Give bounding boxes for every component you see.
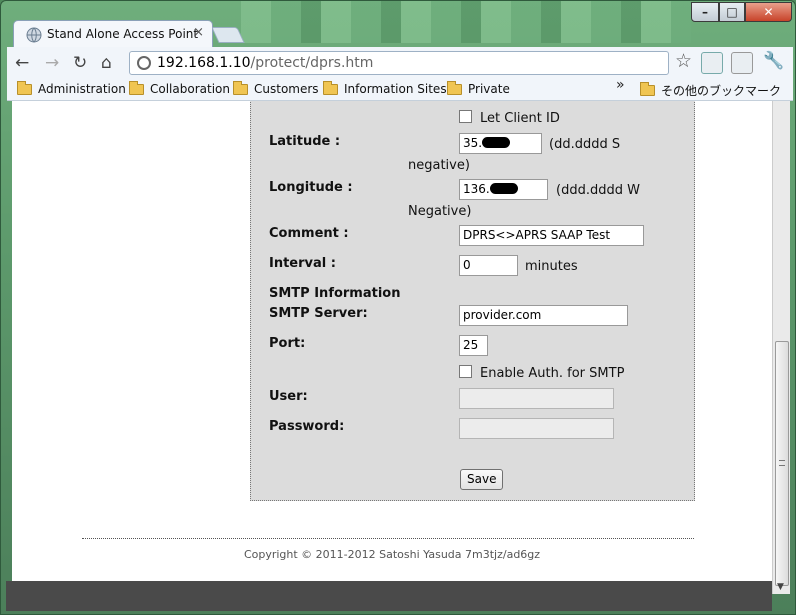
forward-arrow-icon[interactable]: →: [45, 53, 59, 73]
port-label: Port:: [269, 336, 306, 351]
bookmark-label: Private: [468, 82, 510, 96]
let-client-id-label: Let Client ID: [480, 111, 560, 126]
window-bottom-border: [6, 581, 772, 611]
url-path: /protect/dprs.htm: [250, 55, 374, 71]
page-icon: [137, 56, 151, 70]
redaction-mark: [489, 183, 518, 194]
page-content: Let Client ID Latitude : 35. (dd.dddd S …: [12, 101, 772, 581]
enable-auth-label: Enable Auth. for SMTP: [480, 366, 625, 381]
folder-icon: [640, 82, 655, 96]
new-tab-button[interactable]: [211, 27, 245, 43]
minimize-button[interactable]: –: [691, 2, 719, 22]
tab-close-icon[interactable]: ×: [193, 25, 204, 40]
longitude-hint-cont: Negative): [408, 204, 472, 219]
comment-label: Comment :: [269, 226, 349, 241]
longitude-hint: (ddd.dddd W: [556, 183, 640, 198]
folder-icon: [323, 80, 338, 95]
scroll-down-icon[interactable]: ▼: [777, 582, 784, 592]
interval-input[interactable]: 0: [459, 255, 518, 276]
copyright-text: Copyright © 2011-2012 Satoshi Yasuda 7m3…: [243, 548, 541, 561]
dprs-settings-panel: Let Client ID Latitude : 35. (dd.dddd S …: [250, 101, 695, 501]
folder-icon: [17, 80, 32, 95]
password-label: Password:: [269, 419, 345, 434]
globe-icon: [26, 27, 42, 43]
bookmark-label: その他のブックマーク: [661, 84, 782, 98]
bookmark-other[interactable]: その他のブックマーク: [640, 82, 781, 99]
bookmark-label: Collaboration: [150, 82, 230, 96]
interval-label: Interval :: [269, 256, 336, 271]
extension-icon[interactable]: [701, 52, 723, 74]
bookmark-label: Customers: [254, 82, 319, 96]
grip-icon: [779, 460, 785, 466]
scrollbar-thumb[interactable]: [775, 341, 789, 586]
footer-divider: [82, 538, 694, 539]
maximize-icon: □: [726, 5, 738, 19]
port-input[interactable]: 25: [459, 335, 488, 356]
comment-input[interactable]: DPRS<>APRS SAAP Test: [459, 225, 644, 246]
home-icon[interactable]: ⌂: [101, 53, 112, 73]
close-icon: ✕: [763, 5, 774, 19]
bookmark-label: Information Sites: [344, 82, 447, 96]
longitude-input[interactable]: 136.: [459, 179, 548, 200]
let-client-id-checkbox[interactable]: [459, 110, 472, 123]
smtp-server-label: SMTP Server:: [269, 306, 368, 321]
browser-toolbar: ← → ↻ ⌂ 192.168.1.10/protect/dprs.htm ☆ …: [7, 47, 793, 79]
bookmark-private[interactable]: Private: [447, 80, 510, 96]
folder-icon: [447, 80, 462, 95]
url-text: 192.168.1.10/protect/dprs.htm: [157, 55, 373, 71]
window-titlebar: [241, 1, 691, 43]
url-host: 192.168.1.10: [157, 55, 251, 71]
reload-icon[interactable]: ↻: [73, 53, 87, 73]
vertical-scrollbar[interactable]: ▼: [772, 101, 790, 594]
ie-tab-icon[interactable]: [731, 52, 753, 74]
back-arrow-icon[interactable]: ←: [15, 53, 29, 73]
redaction-mark: [482, 137, 511, 148]
longitude-label: Longitude :: [269, 180, 353, 195]
bookmark-collaboration[interactable]: Collaboration: [129, 80, 230, 96]
latitude-value: 35.: [463, 136, 483, 150]
enable-auth-checkbox[interactable]: [459, 365, 472, 378]
smtp-server-input[interactable]: provider.com: [459, 305, 628, 326]
wrench-icon[interactable]: 🔧: [763, 51, 784, 71]
folder-icon: [129, 80, 144, 95]
bookmark-customers[interactable]: Customers: [233, 80, 319, 96]
bookmarks-overflow-icon[interactable]: »: [616, 77, 625, 93]
interval-unit: minutes: [525, 259, 578, 274]
bookmark-information-sites[interactable]: Information Sites: [323, 80, 447, 96]
password-input[interactable]: [459, 418, 614, 439]
user-input[interactable]: [459, 388, 614, 409]
bookmark-administration[interactable]: Administration: [17, 80, 126, 96]
latitude-input[interactable]: 35.: [459, 133, 542, 154]
smtp-heading: SMTP Information: [269, 286, 401, 301]
latitude-hint-cont: negative): [408, 158, 470, 173]
latitude-label: Latitude :: [269, 134, 341, 149]
latitude-hint: (dd.dddd S: [549, 137, 621, 152]
bookmarks-bar: Administration Collaboration Customers I…: [7, 77, 793, 101]
maximize-button[interactable]: □: [719, 2, 745, 22]
save-button[interactable]: Save: [460, 469, 504, 490]
user-label: User:: [269, 389, 308, 404]
tab-title: Stand Alone Access Point: [47, 27, 199, 41]
longitude-value: 136.: [463, 182, 490, 196]
folder-icon: [233, 80, 248, 95]
bookmark-star-icon[interactable]: ☆: [675, 50, 692, 72]
tab-stand-alone-access-point[interactable]: Stand Alone Access Point ×: [13, 20, 213, 48]
close-button[interactable]: ✕: [745, 2, 792, 22]
address-bar[interactable]: 192.168.1.10/protect/dprs.htm: [129, 51, 669, 75]
minimize-icon: –: [702, 5, 708, 19]
bookmark-label: Administration: [38, 82, 126, 96]
